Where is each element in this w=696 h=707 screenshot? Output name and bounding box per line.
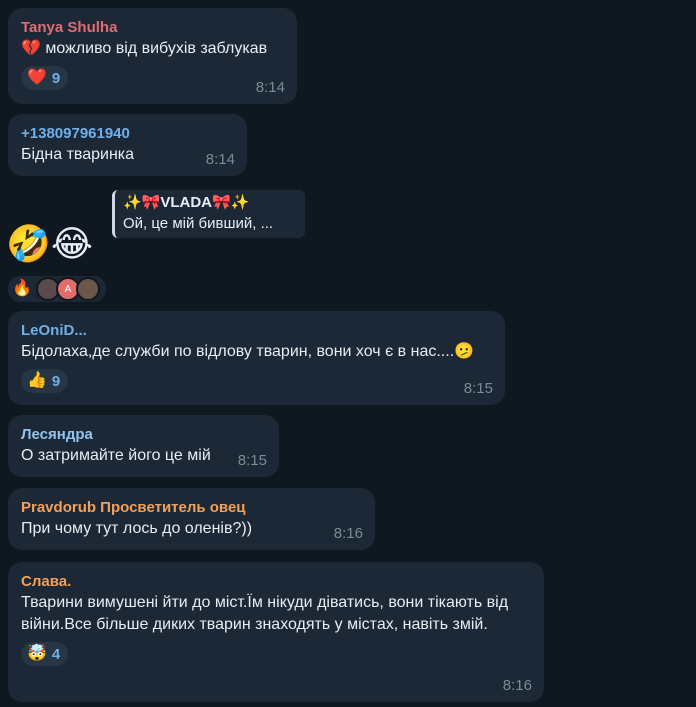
message-bubble[interactable]: Tanya Shulha 💔 можливо від вибухів заблу… <box>8 8 297 104</box>
reply-preview[interactable]: ✨🎀VLADA🎀✨ Ой, це мій бивший, ... <box>112 190 305 238</box>
message-time: 8:15 <box>237 452 267 469</box>
message-text: При чому тут лось до оленів?)) <box>21 520 253 537</box>
message-author[interactable]: Слава. <box>21 572 531 592</box>
message-time: 8:16 <box>502 677 532 694</box>
message-text: Бідолаха,де служби по відлову тварин, во… <box>21 343 475 360</box>
exploding-head-icon: 🤯 <box>27 645 47 662</box>
reaction-pill[interactable]: 🔥 A <box>8 276 106 302</box>
message-text: 💔 можливо від вибухів заблукав <box>21 40 268 57</box>
reaction-pill[interactable]: 🤯 4 <box>21 642 69 666</box>
message-author[interactable]: Лесяндра <box>21 425 266 445</box>
message-author[interactable]: +138097961940 <box>21 124 234 144</box>
reaction-pill[interactable]: 👍 9 <box>21 369 69 393</box>
fire-icon: 🔥 <box>12 280 32 297</box>
reply-text: Ой, це мій бивший, ... <box>123 215 274 232</box>
message-author[interactable]: LeOniD... <box>21 321 492 341</box>
message-author[interactable]: Pravdorub Просветитель овец <box>21 498 362 518</box>
message-text: Бідна тваринка <box>21 146 135 163</box>
message-text: О затримайте його це мій <box>21 447 211 464</box>
reaction-pill[interactable]: ❤️ 9 <box>21 66 69 90</box>
message-bubble[interactable]: Лесяндра О затримайте його це мій 8:15 <box>8 415 279 477</box>
message-bubble[interactable]: LeOniD... Бідолаха,де служби по відлову … <box>8 311 505 405</box>
message-bubble[interactable]: +138097961940 Бідна тваринка 8:14 <box>8 114 247 176</box>
message-bubble[interactable]: Слава. Тварини вимушені йти до міст.Їм н… <box>8 562 544 702</box>
reaction-count: 9 <box>51 69 61 87</box>
thumbs-up-icon: 👍 <box>27 372 47 389</box>
message-time: 8:14 <box>255 79 285 96</box>
message-bubble[interactable]: Pravdorub Просветитель овец При чому тут… <box>8 488 375 550</box>
message-time: 8:15 <box>463 380 493 397</box>
message-author[interactable]: Tanya Shulha <box>21 18 284 38</box>
heart-icon: ❤️ <box>27 69 47 86</box>
message-text: Тварини вимушені йти до міст.Їм нікуди д… <box>21 594 509 633</box>
emoji-stickers: 🤣😂 <box>6 223 93 264</box>
reaction-count: 4 <box>51 645 61 663</box>
reaction-count: 9 <box>51 372 61 390</box>
message-time: 8:14 <box>205 151 235 168</box>
avatar <box>75 277 100 301</box>
message-time: 8:16 <box>333 525 363 542</box>
reply-author: ✨🎀VLADA🎀✨ <box>123 194 250 211</box>
